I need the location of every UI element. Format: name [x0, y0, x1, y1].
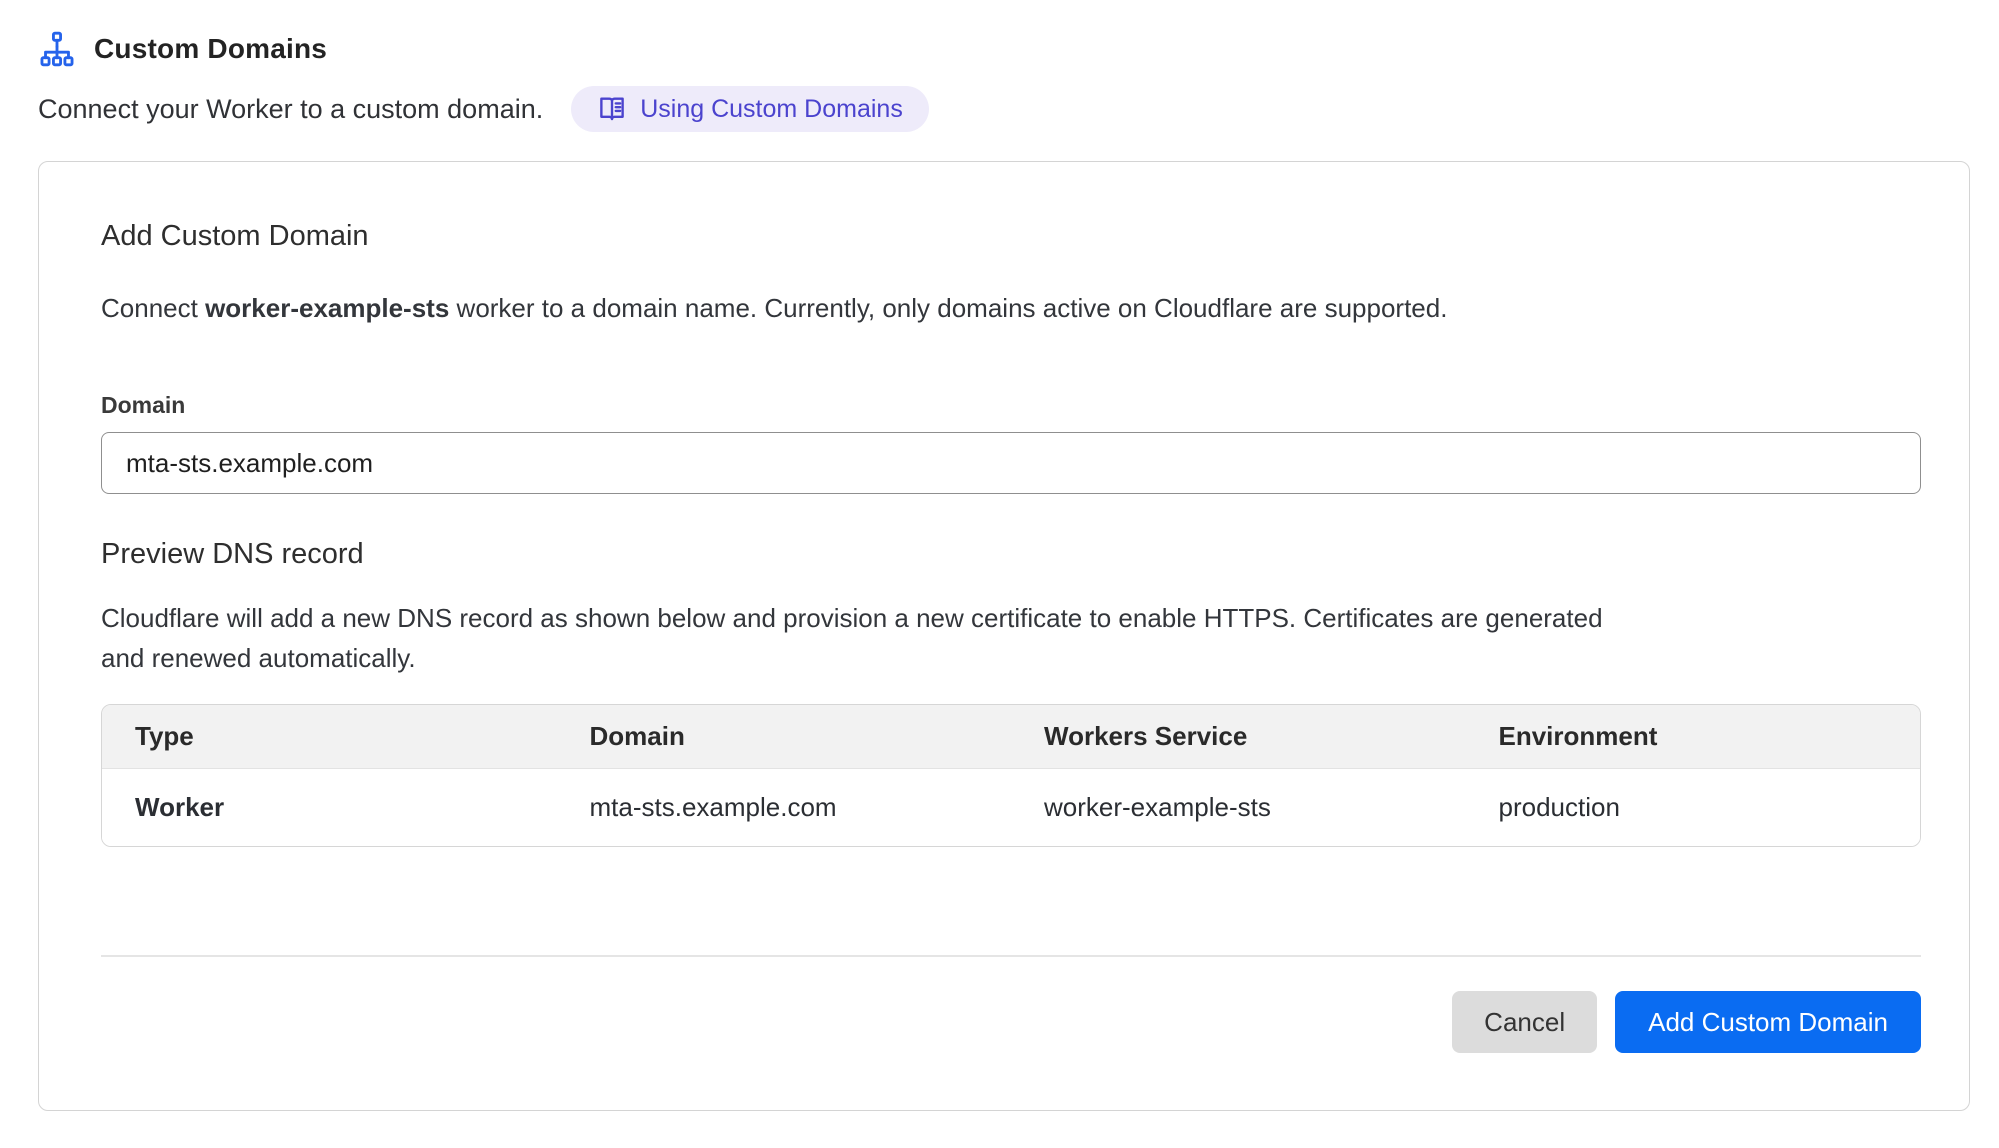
page-subtitle-row: Connect your Worker to a custom domain. …: [38, 86, 1970, 132]
dns-preview-table: Type Domain Workers Service Environment …: [101, 704, 1921, 847]
cell-domain: mta-sts.example.com: [557, 769, 1012, 846]
page-title: Custom Domains: [94, 33, 327, 65]
cell-workers-service: worker-example-sts: [1011, 769, 1466, 846]
domain-input[interactable]: [101, 432, 1921, 494]
add-custom-domain-card: Add Custom Domain Connect worker-example…: [38, 161, 1970, 1111]
footer-divider: [101, 955, 1921, 957]
card-heading: Add Custom Domain: [101, 218, 1919, 254]
table-header-row: Type Domain Workers Service Environment: [102, 705, 1920, 769]
add-custom-domain-button[interactable]: Add Custom Domain: [1615, 991, 1921, 1053]
domain-field-label: Domain: [101, 392, 1919, 419]
card-description: Connect worker-example-sts worker to a d…: [101, 288, 1919, 328]
cell-type: Worker: [102, 769, 557, 846]
page-subtitle: Connect your Worker to a custom domain.: [38, 94, 543, 125]
sitemap-icon: [38, 30, 76, 68]
cell-environment: production: [1466, 769, 1921, 846]
docs-link-badge[interactable]: Using Custom Domains: [571, 86, 929, 132]
column-header-type: Type: [102, 705, 557, 768]
footer-actions: Cancel Add Custom Domain: [101, 991, 1921, 1053]
book-open-icon: [597, 94, 627, 124]
table-row: Worker mta-sts.example.com worker-exampl…: [102, 769, 1920, 846]
cancel-button[interactable]: Cancel: [1452, 991, 1597, 1053]
docs-link-label: Using Custom Domains: [640, 95, 903, 124]
column-header-domain: Domain: [557, 705, 1012, 768]
page-header: Custom Domains: [38, 28, 1970, 70]
worker-name: worker-example-sts: [205, 293, 449, 323]
column-header-environment: Environment: [1466, 705, 1921, 768]
column-header-workers-service: Workers Service: [1011, 705, 1466, 768]
preview-dns-heading: Preview DNS record: [101, 536, 1919, 572]
preview-dns-description: Cloudflare will add a new DNS record as …: [101, 598, 1621, 678]
